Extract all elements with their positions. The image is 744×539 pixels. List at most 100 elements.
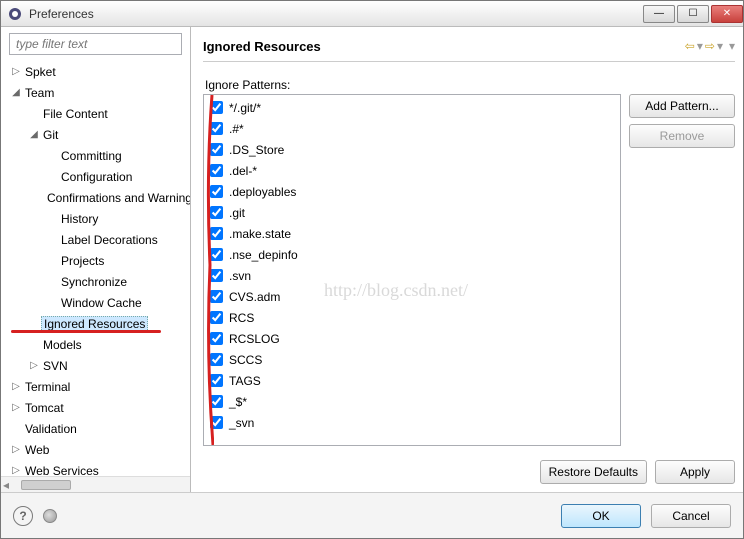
pattern-checkbox[interactable] — [210, 353, 223, 366]
pattern-checkbox[interactable] — [210, 311, 223, 324]
tree-item-label: Confirmations and Warnings — [45, 191, 190, 205]
tree-item[interactable]: File Content — [1, 103, 190, 124]
pattern-label: .#* — [229, 122, 244, 136]
sidebar: ▷Spket◢TeamFile Content◢GitCommittingCon… — [1, 27, 191, 492]
filter-input[interactable] — [9, 33, 182, 55]
sidebar-hscroll[interactable]: ◂ — [1, 476, 190, 492]
cancel-button[interactable]: Cancel — [651, 504, 731, 528]
twisty-icon[interactable]: ▷ — [9, 66, 23, 77]
tree-item-label: Synchronize — [59, 275, 129, 289]
list-item[interactable]: .git — [210, 202, 620, 223]
apply-button[interactable]: Apply — [655, 460, 735, 484]
tree-item[interactable]: ▷Web — [1, 439, 190, 460]
list-item[interactable]: */.git/* — [210, 97, 620, 118]
pattern-checkbox[interactable] — [210, 185, 223, 198]
ok-button[interactable]: OK — [561, 504, 641, 528]
pattern-label: .deployables — [229, 185, 296, 199]
tree-item[interactable]: ▷Spket — [1, 61, 190, 82]
window-title: Preferences — [29, 7, 641, 21]
tree-item[interactable]: ◢Git — [1, 124, 190, 145]
tree-item[interactable]: Synchronize — [1, 271, 190, 292]
tree-item-label: Tomcat — [23, 401, 66, 415]
tree-item[interactable]: ◢Team — [1, 82, 190, 103]
twisty-icon[interactable]: ▷ — [9, 381, 23, 392]
pattern-checkbox[interactable] — [210, 269, 223, 282]
twisty-icon[interactable]: ▷ — [9, 402, 23, 413]
tree-item[interactable]: ▷SVN — [1, 355, 190, 376]
forward-icon[interactable]: ⇨ — [705, 39, 715, 53]
list-item[interactable]: .DS_Store — [210, 139, 620, 160]
twisty-icon[interactable]: ▷ — [9, 444, 23, 455]
list-item[interactable]: CVS.adm — [210, 286, 620, 307]
nav-arrows: ⇦▾ ⇨▾ ▾ — [685, 39, 735, 53]
pattern-checkbox[interactable] — [210, 416, 223, 429]
list-item[interactable]: RCS — [210, 307, 620, 328]
tree-item[interactable]: ▷Tomcat — [1, 397, 190, 418]
tree-item-label: SVN — [41, 359, 70, 373]
maximize-button[interactable]: ☐ — [677, 5, 709, 23]
pattern-checkbox[interactable] — [210, 143, 223, 156]
pattern-checkbox[interactable] — [210, 290, 223, 303]
tree-item[interactable]: History — [1, 208, 190, 229]
menu-icon[interactable]: ▾ — [729, 39, 735, 53]
list-item[interactable]: _svn — [210, 412, 620, 433]
pattern-checkbox[interactable] — [210, 374, 223, 387]
pattern-label: _svn — [229, 416, 254, 430]
pattern-checkbox[interactable] — [210, 101, 223, 114]
twisty-icon[interactable]: ◢ — [9, 87, 23, 98]
status-icon — [43, 509, 57, 523]
list-item[interactable]: .nse_depinfo — [210, 244, 620, 265]
twisty-icon[interactable]: ▷ — [27, 360, 41, 371]
tree-item-label: Terminal — [23, 380, 72, 394]
list-item[interactable]: .deployables — [210, 181, 620, 202]
tree-item[interactable]: Configuration — [1, 166, 190, 187]
pattern-checkbox[interactable] — [210, 164, 223, 177]
tree-item[interactable]: Models — [1, 334, 190, 355]
help-icon[interactable]: ? — [13, 506, 33, 526]
tree-item[interactable]: Committing — [1, 145, 190, 166]
add-pattern-button[interactable]: Add Pattern... — [629, 94, 735, 118]
list-item[interactable]: RCSLOG — [210, 328, 620, 349]
ignore-patterns-list[interactable]: http://blog.csdn.net/ */.git/*.#*.DS_Sto… — [203, 94, 621, 446]
tree-item-label: Web Services — [23, 464, 101, 477]
tree-item[interactable]: Window Cache — [1, 292, 190, 313]
pattern-checkbox[interactable] — [210, 248, 223, 261]
list-item[interactable]: .svn — [210, 265, 620, 286]
pattern-label: .make.state — [229, 227, 291, 241]
restore-defaults-button[interactable]: Restore Defaults — [540, 460, 647, 484]
tree-item-label: Window Cache — [59, 296, 144, 310]
tree-item[interactable]: ▷Terminal — [1, 376, 190, 397]
pattern-checkbox[interactable] — [210, 395, 223, 408]
annotation-underline — [11, 330, 161, 333]
pattern-checkbox[interactable] — [210, 332, 223, 345]
remove-button[interactable]: Remove — [629, 124, 735, 148]
tree-item-label: File Content — [41, 107, 110, 121]
list-item[interactable]: _$* — [210, 391, 620, 412]
list-item[interactable]: .make.state — [210, 223, 620, 244]
minimize-button[interactable]: — — [643, 5, 675, 23]
back-icon[interactable]: ⇦ — [685, 39, 695, 53]
tree-item[interactable]: Validation — [1, 418, 190, 439]
pattern-label: .git — [229, 206, 245, 220]
tree-item[interactable]: ▷Web Services — [1, 460, 190, 476]
pattern-checkbox[interactable] — [210, 206, 223, 219]
pattern-checkbox[interactable] — [210, 227, 223, 240]
list-item[interactable]: SCCS — [210, 349, 620, 370]
tree-item[interactable]: Label Decorations — [1, 229, 190, 250]
tree-item[interactable]: Confirmations and Warnings — [1, 187, 190, 208]
tree-item[interactable]: Projects — [1, 250, 190, 271]
list-item[interactable]: TAGS — [210, 370, 620, 391]
twisty-icon[interactable]: ▷ — [9, 465, 23, 476]
content-pane: Ignored Resources ⇦▾ ⇨▾ ▾ Ignore Pattern… — [191, 27, 743, 492]
twisty-icon[interactable]: ◢ — [27, 129, 41, 140]
app-icon — [7, 6, 23, 22]
tree-item-label: Web — [23, 443, 51, 457]
ignore-patterns-label: Ignore Patterns: — [205, 78, 735, 92]
pattern-checkbox[interactable] — [210, 122, 223, 135]
pattern-label: TAGS — [229, 374, 261, 388]
list-item[interactable]: .#* — [210, 118, 620, 139]
tree-item-label: Projects — [59, 254, 106, 268]
list-item[interactable]: .del-* — [210, 160, 620, 181]
preference-tree[interactable]: ▷Spket◢TeamFile Content◢GitCommittingCon… — [1, 59, 190, 476]
close-button[interactable]: ✕ — [711, 5, 743, 23]
